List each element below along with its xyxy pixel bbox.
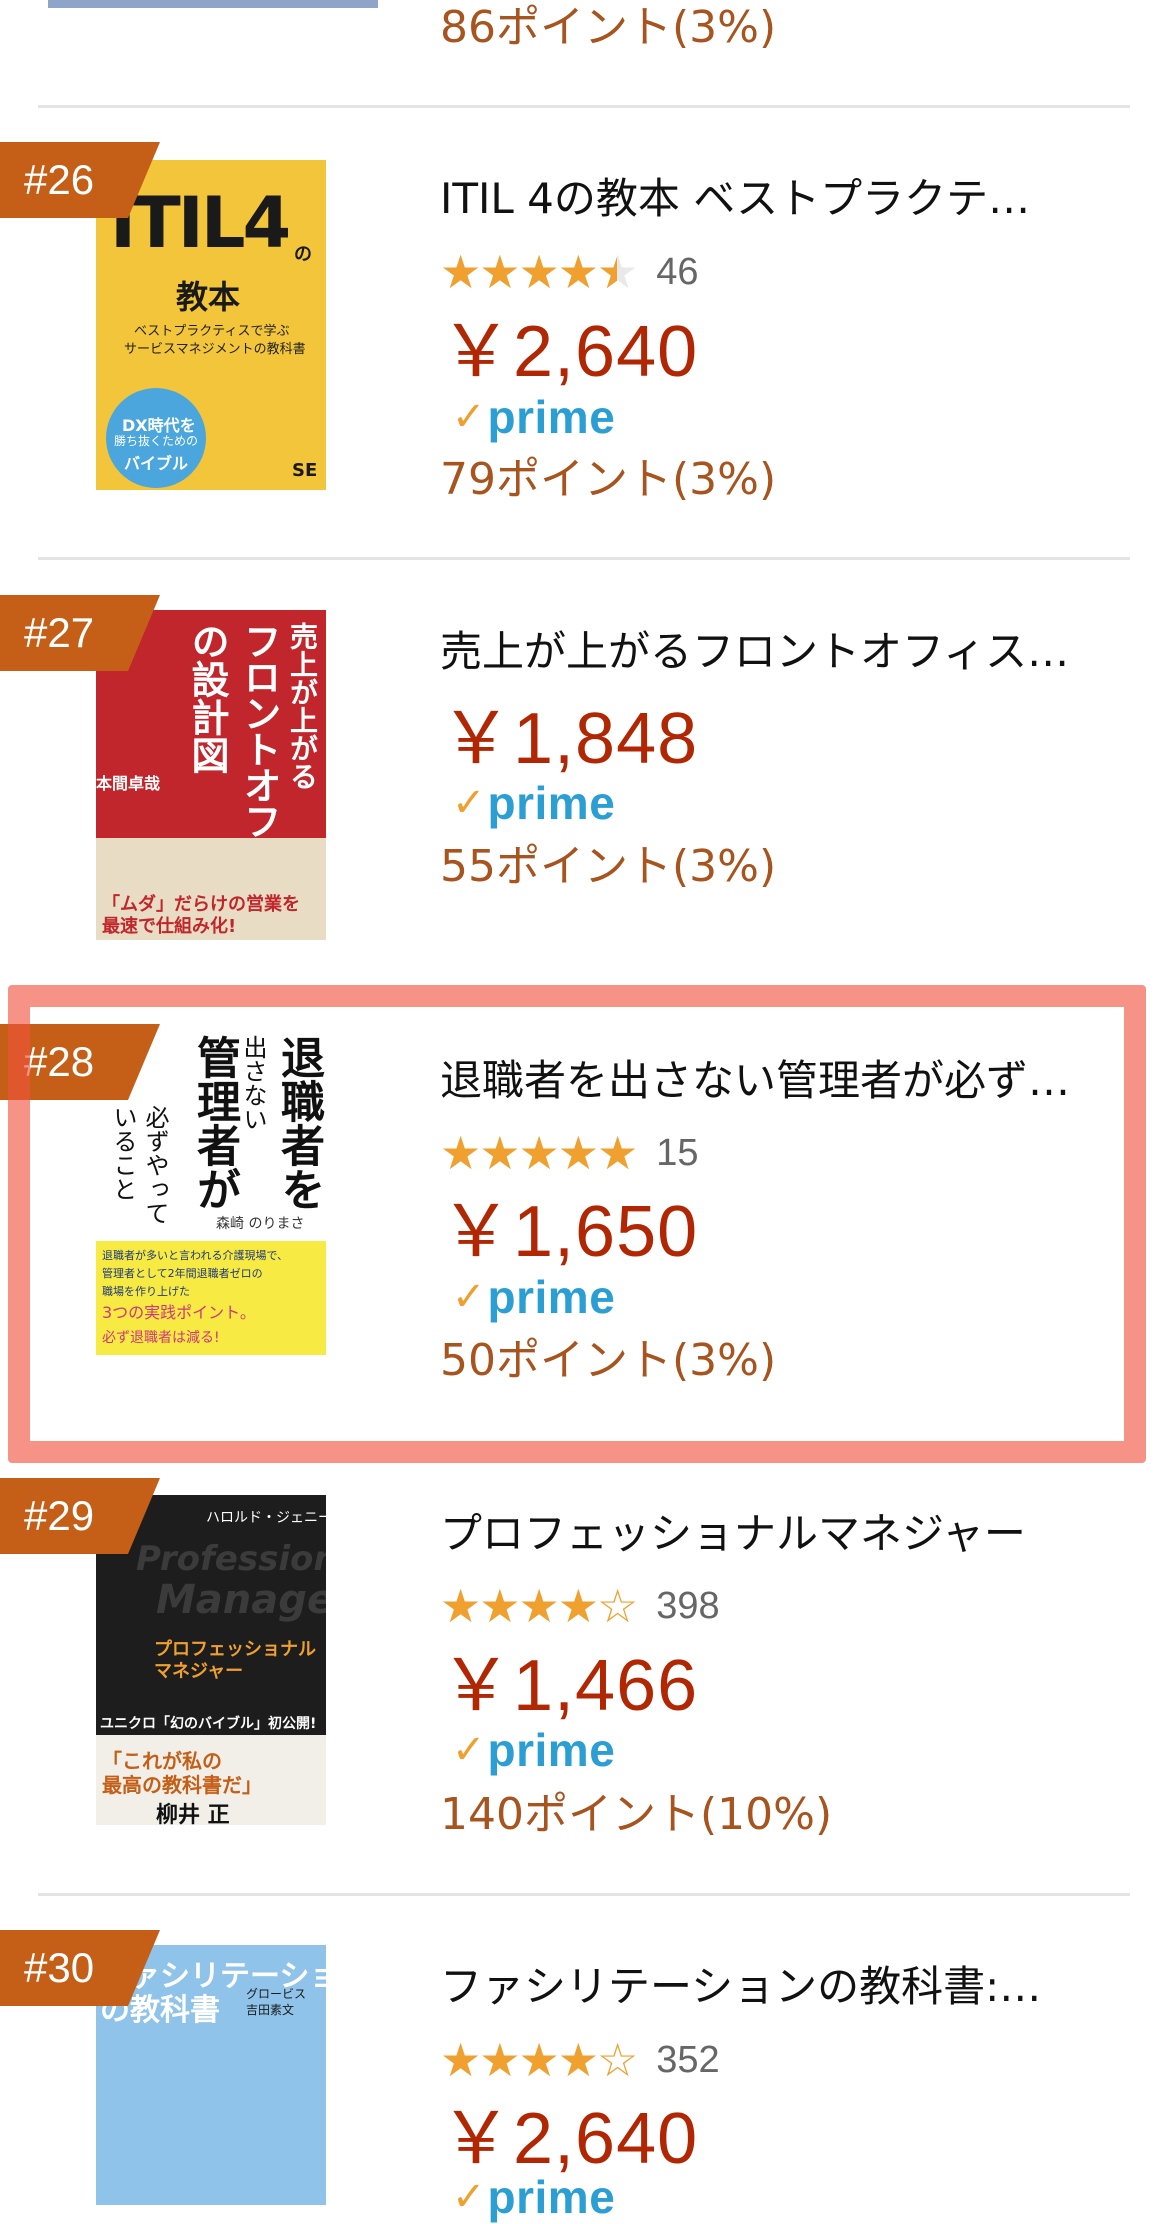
- prime-check-icon: ✓: [452, 2174, 486, 2220]
- stars: ★ ★ ★ ★ ★: [440, 245, 638, 299]
- star-full-icon: ★: [518, 245, 560, 299]
- cover-band-text: 職場を作り上げた: [102, 1285, 190, 1298]
- divider: [38, 1893, 1130, 1896]
- cover-quote: 最高の教科書だ」: [102, 1773, 262, 1797]
- points-label: 79ポイント(3%): [440, 454, 777, 505]
- prime-check-icon: ✓: [452, 1274, 486, 1320]
- star-full-icon: ★: [557, 245, 599, 299]
- cover-band-text: 3つの実践ポイント。: [102, 1303, 256, 1322]
- price: ￥1,650: [440, 1192, 699, 1272]
- cover-author: ハロルド・ジェニーン: [206, 1510, 326, 1526]
- rating-count[interactable]: 15: [656, 1132, 698, 1175]
- star-empty-icon: ☆: [597, 1579, 638, 1633]
- star-half-icon: ★: [597, 246, 638, 298]
- prime-label: prime: [487, 777, 616, 829]
- product-title[interactable]: 売上が上がるフロントオフィス…: [440, 625, 1120, 679]
- product-title[interactable]: プロフェッショナルマネジャー: [440, 1507, 1120, 1561]
- star-full-icon: ★: [440, 1126, 481, 1180]
- divider: [38, 557, 1130, 560]
- star-full-icon: ★: [479, 1126, 520, 1180]
- cover-title: いること: [109, 1105, 137, 1201]
- star-empty-icon: ☆: [597, 2033, 638, 2087]
- stars: ★ ★ ★ ★ ☆: [440, 2033, 638, 2087]
- star-full-icon: ★: [557, 2033, 599, 2087]
- star-rating[interactable]: ★ ★ ★ ★ ★ 46: [440, 246, 699, 298]
- prime-label: prime: [487, 391, 616, 443]
- price: ￥2,640: [440, 2099, 699, 2179]
- star-full-icon: ★: [518, 1126, 560, 1180]
- cover-title: の設計図: [185, 622, 229, 774]
- prime-badge: ✓ prime: [452, 1724, 616, 1776]
- prime-badge: ✓ prime: [452, 391, 616, 443]
- cover-tagline: サービスマネジメントの教科書: [124, 342, 306, 357]
- divider: [38, 105, 1130, 108]
- product-title[interactable]: 退職者を出さない管理者が必ず…: [440, 1054, 1120, 1108]
- star-full-icon: ★: [440, 1579, 481, 1633]
- cover-band-text: 最速で仕組み化!: [102, 916, 237, 937]
- prime-check-icon: ✓: [452, 780, 486, 826]
- cover-title: 管理者が: [189, 1035, 240, 1211]
- cover-band-text: 管理者として2年間退職者ゼロの: [102, 1267, 263, 1280]
- product-title[interactable]: ファシリテーションの教科書:…: [440, 1960, 1120, 2014]
- cover-subtitle: 教本: [176, 278, 241, 316]
- publisher-logo: SE: [292, 460, 318, 481]
- rating-count[interactable]: 398: [656, 1585, 719, 1628]
- stars: ★ ★ ★ ★ ☆: [440, 1579, 638, 1633]
- cover-author: 本間卓哉: [96, 774, 161, 793]
- price: ￥1,848: [440, 699, 699, 779]
- prime-label: prime: [487, 1724, 616, 1776]
- cover-bg-word: Professional: [136, 1539, 326, 1579]
- cover-publisher: グロービス: [246, 1987, 307, 2001]
- points-label: 50ポイント(3%): [440, 1335, 777, 1386]
- price: ￥2,640: [440, 312, 699, 392]
- cover-title: マネジャー: [154, 1661, 244, 1682]
- points-label: 86ポイント(3%): [440, 2, 777, 53]
- star-full-icon: ★: [479, 1579, 520, 1633]
- stars: ★ ★ ★ ★ ★: [440, 1126, 638, 1180]
- cover-author: 森崎 のりまさ: [216, 1216, 305, 1232]
- star-full-icon: ★: [479, 245, 520, 299]
- cover-band-text: ユニクロ「幻のバイブル」初公開!: [100, 1716, 317, 1732]
- star-rating[interactable]: ★ ★ ★ ★ ☆ 352: [440, 2034, 720, 2086]
- prime-check-icon: ✓: [452, 1727, 486, 1773]
- cover-band-text: 必ず退職者は減る!: [102, 1330, 220, 1346]
- prime-check-icon: ✓: [452, 394, 486, 440]
- partial-book-cover[interactable]: [48, 0, 378, 8]
- star-rating[interactable]: ★ ★ ★ ★ ★ 15: [440, 1127, 699, 1179]
- prime-badge: ✓ prime: [452, 1271, 616, 1323]
- star-full-icon: ★: [557, 1579, 599, 1633]
- product-title[interactable]: ITIL 4の教本 ベストプラクテ…: [440, 172, 1120, 226]
- cover-circle-text: バイブル: [124, 454, 189, 473]
- prime-label: prime: [487, 2171, 616, 2223]
- cover-band-text: 退職者が多いと言われる介護現場で、: [102, 1249, 289, 1262]
- price: ￥1,466: [440, 1646, 699, 1726]
- star-full-icon: ★: [440, 2033, 481, 2087]
- cover-title: 売上が上がる: [286, 622, 319, 790]
- cover-title: 退職者を: [273, 1035, 324, 1211]
- star-rating[interactable]: ★ ★ ★ ★ ☆ 398: [440, 1580, 720, 1632]
- points-label: 140ポイント(10%): [440, 1789, 833, 1840]
- points-label: 55ポイント(3%): [440, 841, 777, 892]
- star-full-icon: ★: [440, 245, 481, 299]
- rating-count[interactable]: 352: [656, 2039, 719, 2082]
- rating-count[interactable]: 46: [656, 251, 698, 294]
- cover-author: 吉田素文: [246, 2003, 295, 2017]
- cover-endorser: 柳井 正: [156, 1803, 230, 1825]
- star-full-icon: ★: [518, 2033, 560, 2087]
- star-full-icon: ★: [597, 1126, 638, 1180]
- cover-subtitle: の: [294, 244, 312, 265]
- star-full-icon: ★: [518, 1579, 560, 1633]
- cover-bg-word: Manager: [156, 1577, 326, 1623]
- prime-badge: ✓ prime: [452, 777, 616, 829]
- prime-label: prime: [487, 1271, 616, 1323]
- cover-tagline: ベストプラクティスで学ぶ: [134, 324, 290, 339]
- prime-badge: ✓ prime: [452, 2171, 616, 2223]
- star-full-icon: ★: [557, 1126, 599, 1180]
- cover-circle-text: 勝ち抜くための: [114, 434, 199, 448]
- cover-title: 必ずやって: [141, 1105, 169, 1225]
- star-full-icon: ★: [479, 2033, 520, 2087]
